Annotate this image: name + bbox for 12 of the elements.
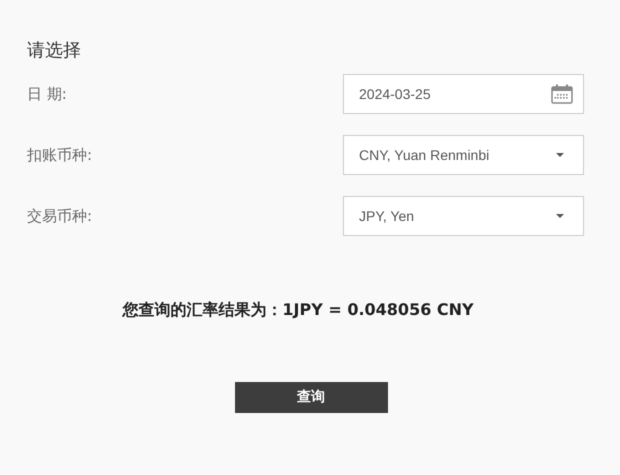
- field-label: 交易币种:: [27, 206, 94, 227]
- field-label: 扣账币种:: [27, 144, 94, 166]
- caret-icon: [556, 214, 564, 218]
- exchange-rate-result: 您查询的汇率结果为：1JPY = 0.048056 CNY: [122, 299, 474, 321]
- query-button[interactable]: 查询: [234, 382, 388, 413]
- caret-icon: [556, 153, 564, 157]
- date-field[interactable]: 2024-03-25: [343, 74, 584, 114]
- section-heading: 请选择: [27, 39, 81, 63]
- currency-dropdown[interactable]: CNY, Yuan Renminbi: [343, 135, 584, 175]
- currency-dropdown[interactable]: JPY, Yen: [343, 196, 584, 236]
- calendar-icon: [551, 84, 573, 104]
- field-label: 日 期:: [27, 84, 68, 105]
